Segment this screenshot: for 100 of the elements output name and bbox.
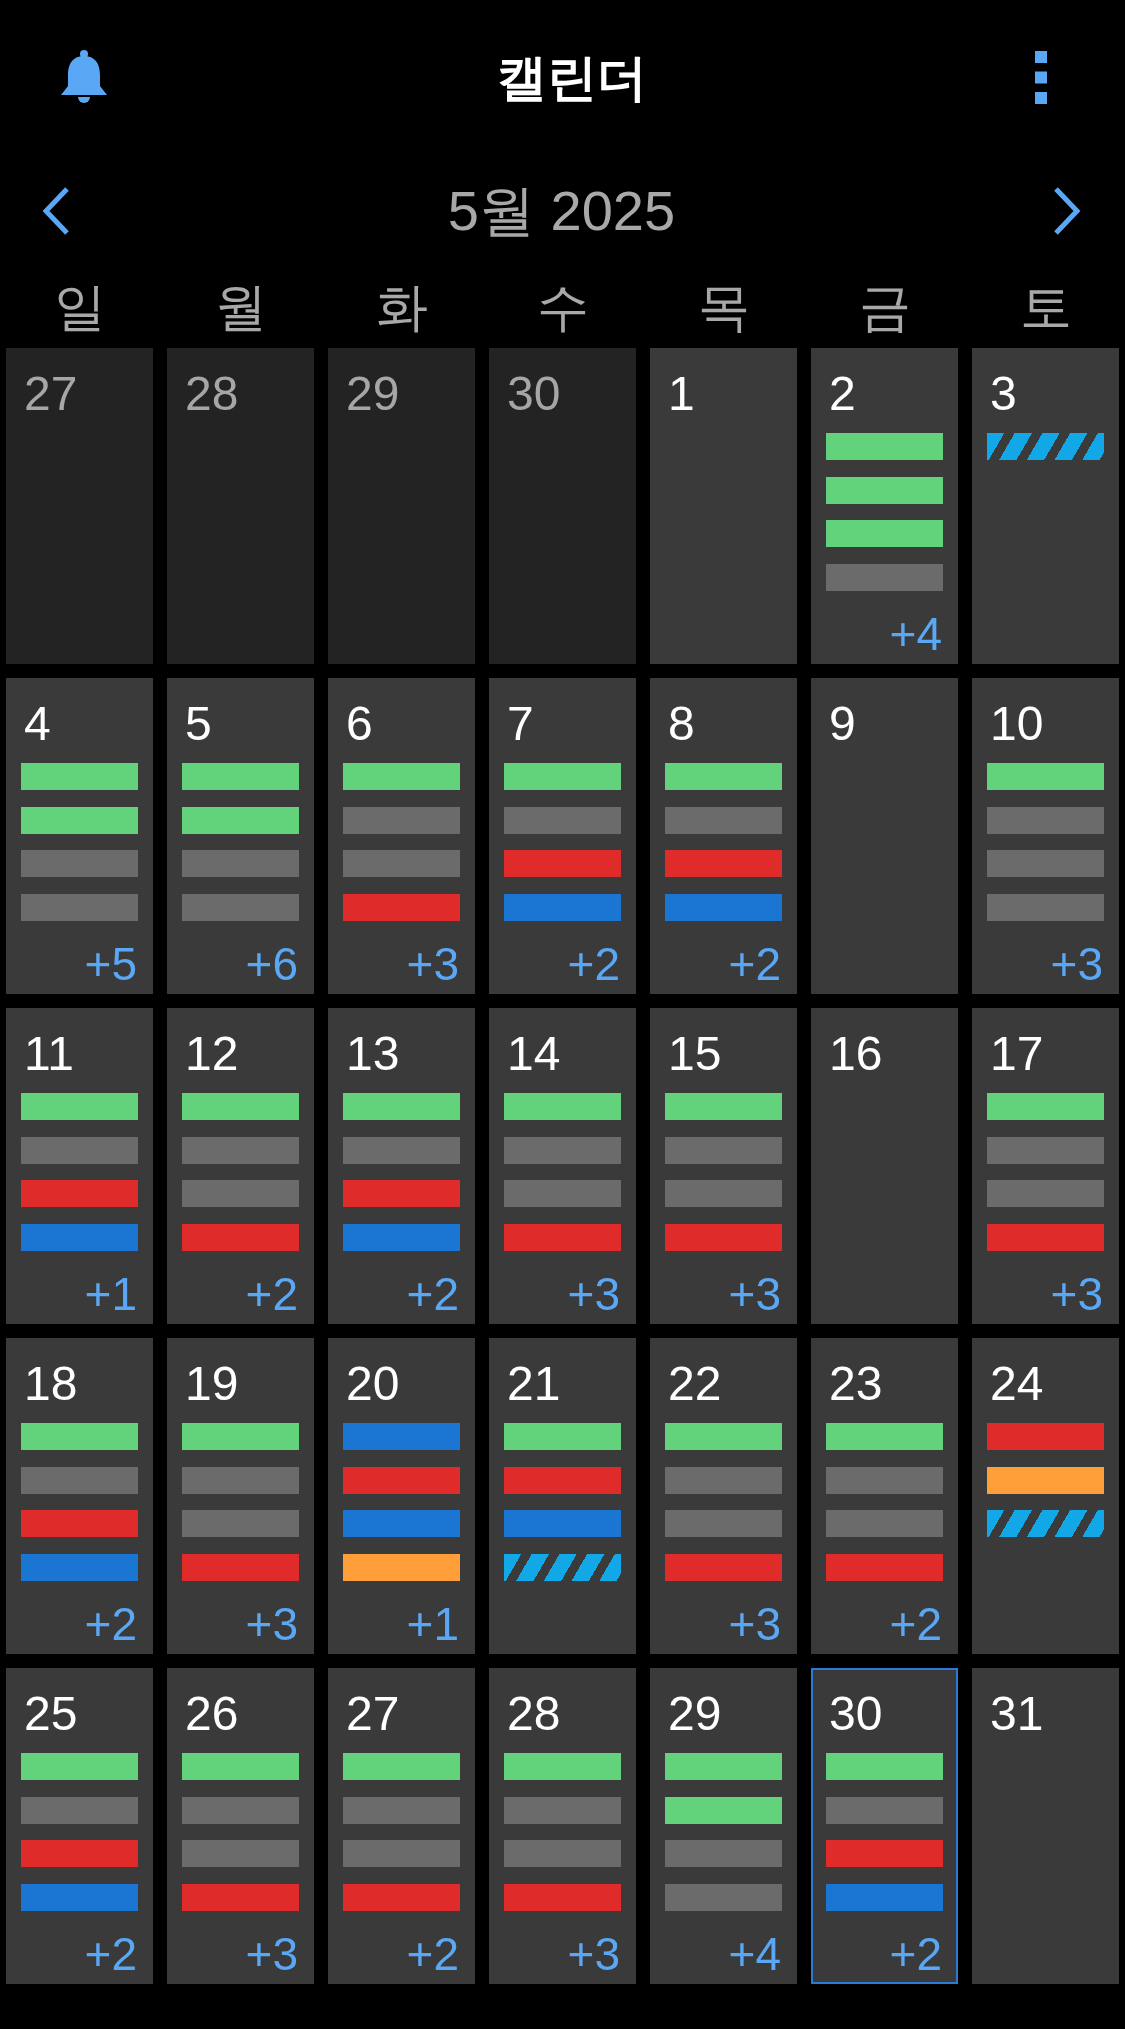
more-events-count: +6 [245, 941, 298, 987]
more-events-count: +1 [84, 1271, 137, 1317]
date-number: 18 [23, 1360, 78, 1408]
day-cell[interactable]: 29 [328, 348, 475, 664]
date-number: 23 [828, 1360, 883, 1408]
date-number: 29 [667, 1690, 722, 1738]
chevron-right-icon[interactable] [1051, 185, 1083, 237]
day-cell[interactable]: 1 [650, 348, 797, 664]
more-events-count: +3 [245, 1601, 298, 1647]
day-cell[interactable]: 15 +3 [650, 1008, 797, 1324]
more-events-count: +2 [406, 1271, 459, 1317]
date-number: 8 [667, 700, 695, 748]
date-number: 9 [828, 700, 856, 748]
day-cell[interactable]: 2 +4 [811, 348, 958, 664]
weekday-label: 화 [375, 277, 428, 339]
date-number: 1 [667, 370, 695, 418]
day-cell[interactable]: 24 [972, 1338, 1119, 1654]
day-cell[interactable]: 9 [811, 678, 958, 994]
date-number: 30 [828, 1690, 883, 1738]
more-events-count: +3 [728, 1271, 781, 1317]
weekday-label: 금 [858, 277, 911, 339]
day-cell[interactable]: 28 +3 [489, 1668, 636, 1984]
date-number: 26 [184, 1690, 239, 1738]
more-events-count: +2 [728, 941, 781, 987]
date-number: 10 [989, 700, 1044, 748]
date-number: 24 [989, 1360, 1044, 1408]
day-cell[interactable]: 7 +2 [489, 678, 636, 994]
day-cell[interactable]: 12 +2 [167, 1008, 314, 1324]
date-number: 14 [506, 1030, 561, 1078]
day-cell[interactable]: 27 [6, 348, 153, 664]
day-cell[interactable]: 25 +2 [6, 1668, 153, 1984]
more-events-count: +4 [889, 611, 942, 657]
more-events-count: +2 [84, 1601, 137, 1647]
day-cell[interactable]: 6 +3 [328, 678, 475, 994]
date-number: 21 [506, 1360, 561, 1408]
day-cell[interactable]: 4 +5 [6, 678, 153, 994]
more-options-icon[interactable] [1035, 51, 1047, 104]
more-events-count: +5 [84, 941, 137, 987]
day-cell[interactable]: 28 [167, 348, 314, 664]
more-events-count: +3 [406, 941, 459, 987]
more-events-count: +2 [245, 1271, 298, 1317]
chevron-left-icon[interactable] [40, 185, 72, 237]
more-events-count: +3 [567, 1931, 620, 1977]
day-cell[interactable]: 30 [489, 348, 636, 664]
date-number: 15 [667, 1030, 722, 1078]
day-cell[interactable]: 21 [489, 1338, 636, 1654]
day-cell[interactable]: 16 [811, 1008, 958, 1324]
more-events-count: +2 [84, 1931, 137, 1977]
day-cell[interactable]: 23 +2 [811, 1338, 958, 1654]
day-cell[interactable]: 29 +4 [650, 1668, 797, 1984]
weekday-label: 일 [53, 277, 106, 339]
weekday-label: 목 [697, 277, 750, 339]
day-cell[interactable]: 26 +3 [167, 1668, 314, 1984]
day-cell[interactable]: 10 +3 [972, 678, 1119, 994]
more-events-count: +2 [889, 1931, 942, 1977]
more-events-count: +3 [728, 1601, 781, 1647]
date-number: 5 [184, 700, 212, 748]
day-cell[interactable]: 8 +2 [650, 678, 797, 994]
date-number: 11 [23, 1030, 74, 1078]
date-number: 22 [667, 1360, 722, 1408]
date-number: 20 [345, 1360, 400, 1408]
day-cell[interactable]: 11 +1 [6, 1008, 153, 1324]
date-number: 13 [345, 1030, 400, 1078]
day-cell[interactable]: 20 +1 [328, 1338, 475, 1654]
date-number: 17 [989, 1030, 1044, 1078]
more-events-count: +3 [1050, 1271, 1103, 1317]
day-cell[interactable]: 3 [972, 348, 1119, 664]
more-events-count: +2 [889, 1601, 942, 1647]
date-number: 29 [345, 370, 400, 418]
date-number: 31 [989, 1690, 1044, 1738]
date-number: 27 [345, 1690, 400, 1738]
app-title: 캘린더 [496, 48, 647, 108]
more-events-count: +3 [567, 1271, 620, 1317]
day-cell[interactable]: 30 +2 [811, 1668, 958, 1984]
day-cell[interactable]: 14 +3 [489, 1008, 636, 1324]
day-cell[interactable]: 17 +3 [972, 1008, 1119, 1324]
month-year-label: 5월 2025 [447, 178, 676, 245]
weekday-label: 토 [1019, 277, 1072, 339]
date-number: 25 [23, 1690, 78, 1738]
date-number: 6 [345, 700, 373, 748]
day-cell[interactable]: 31 [972, 1668, 1119, 1984]
day-cell[interactable]: 22 +3 [650, 1338, 797, 1654]
more-events-count: +4 [728, 1931, 781, 1977]
more-events-count: +2 [567, 941, 620, 987]
day-cell[interactable]: 18 +2 [6, 1338, 153, 1654]
more-events-count: +1 [406, 1601, 459, 1647]
more-events-count: +3 [245, 1931, 298, 1977]
date-number: 16 [828, 1030, 883, 1078]
bell-icon[interactable] [60, 49, 108, 106]
day-cell[interactable]: 19 +3 [167, 1338, 314, 1654]
date-number: 27 [23, 370, 78, 418]
date-number: 28 [506, 1690, 561, 1738]
weekday-label: 월 [214, 277, 267, 339]
day-cell[interactable]: 27 +2 [328, 1668, 475, 1984]
day-cell[interactable]: 5 +6 [167, 678, 314, 994]
day-cell[interactable]: 13 +2 [328, 1008, 475, 1324]
date-number: 28 [184, 370, 239, 418]
date-number: 19 [184, 1360, 239, 1408]
weekday-label: 수 [536, 277, 589, 339]
date-number: 2 [828, 370, 856, 418]
